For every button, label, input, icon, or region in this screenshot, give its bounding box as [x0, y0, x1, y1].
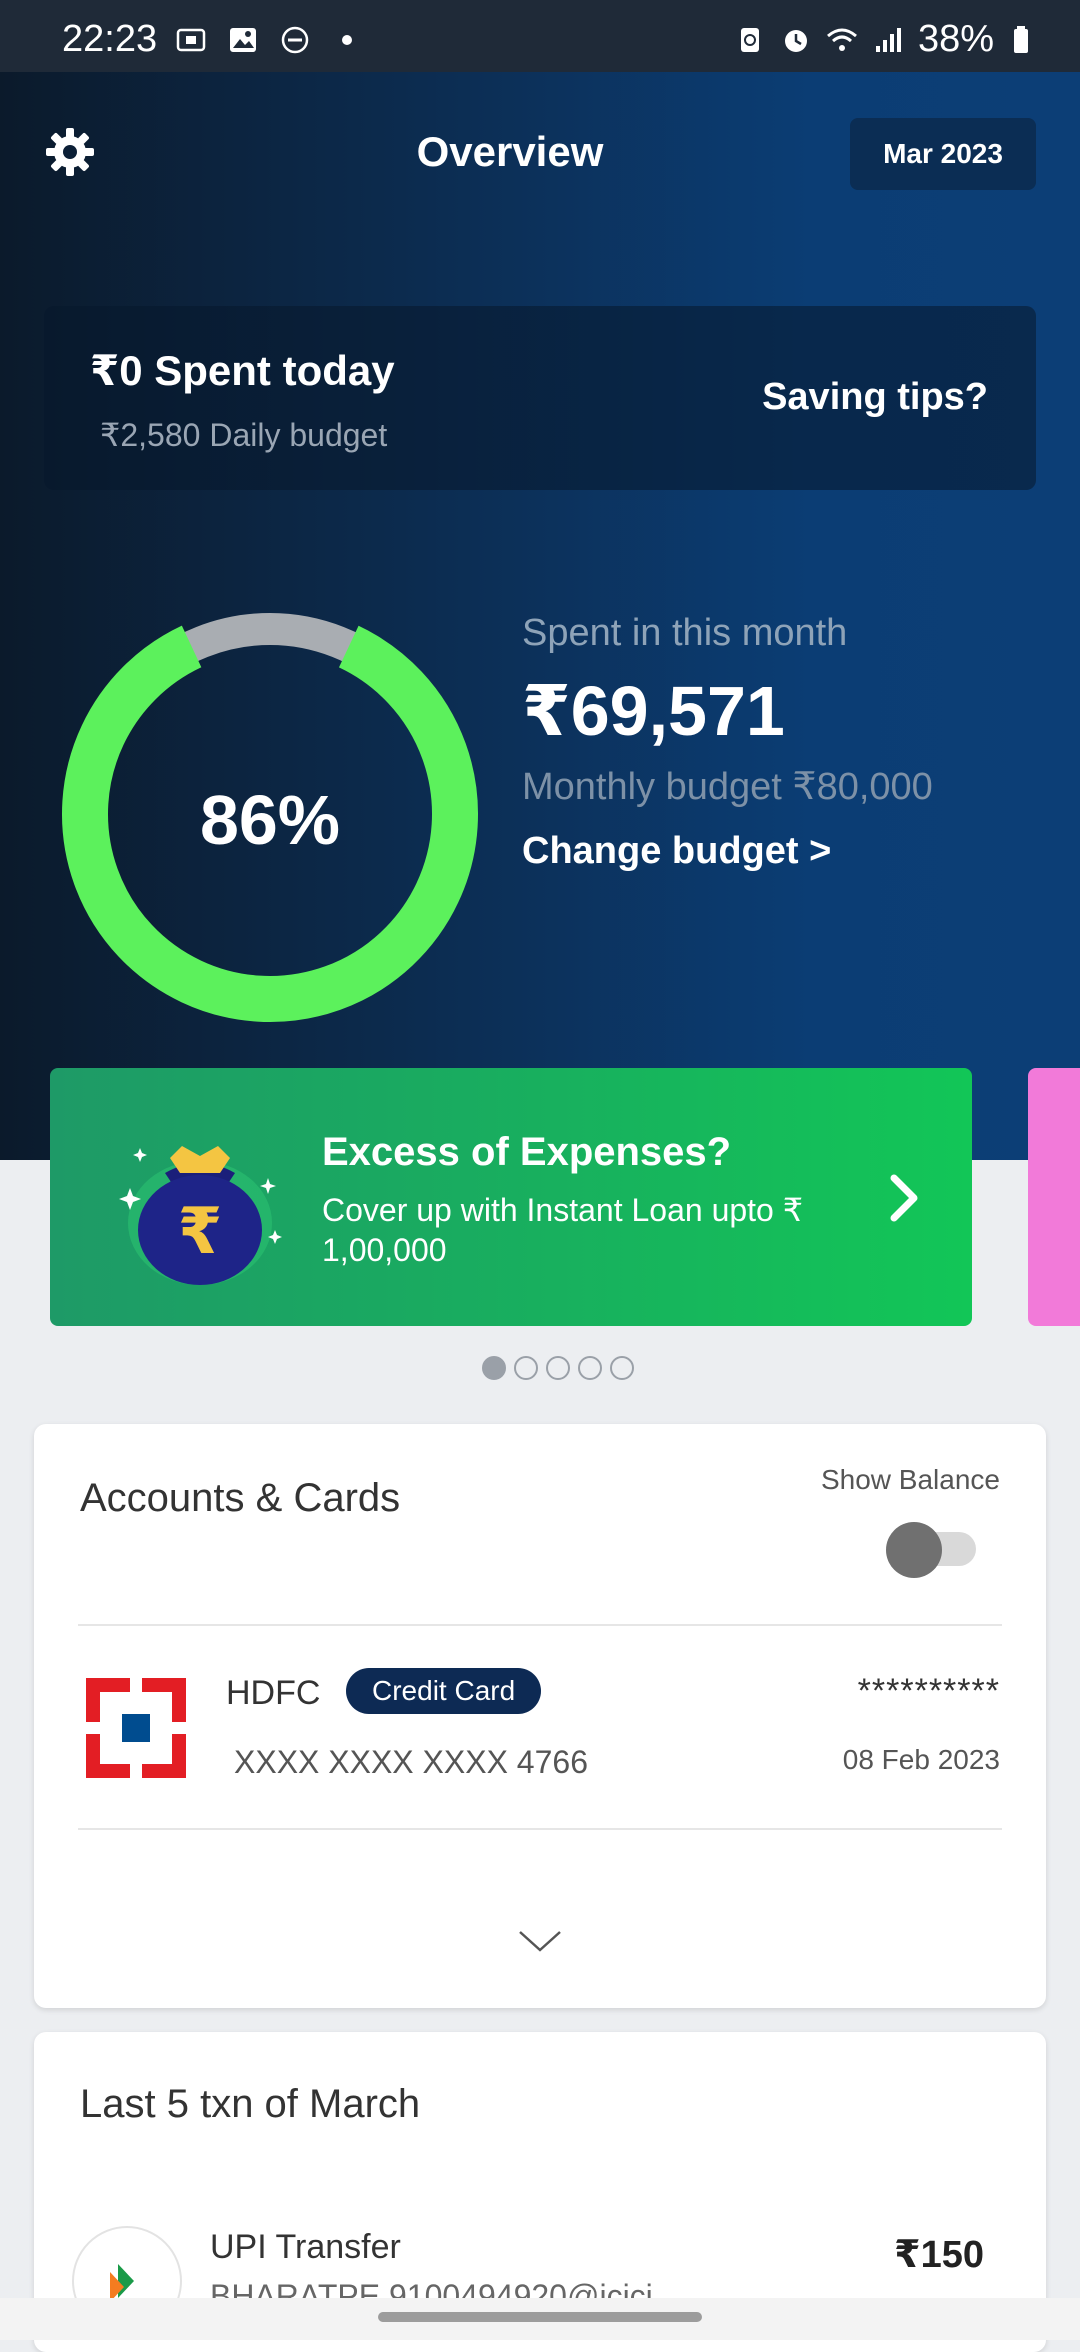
money-bag-icon: ₹	[119, 1146, 282, 1285]
account-number: XXXX XXXX XXXX 4766	[234, 1744, 588, 1780]
battery-icon	[1014, 25, 1028, 53]
divider	[78, 1624, 1002, 1626]
carousel-dots	[482, 1356, 634, 1380]
budget-percent-label: 86%	[199, 781, 341, 859]
spent-today-card: ₹0 Spent today ₹2,580 Daily budget Savin…	[44, 306, 1036, 490]
battery-percent: 38%	[917, 18, 994, 60]
accounts-cards-card: Accounts & Cards Show Balance HDFC Credi…	[34, 1424, 1046, 2008]
status-bar: 22:23 38%	[0, 0, 1080, 72]
svg-text:₹: ₹	[178, 1195, 223, 1269]
account-balance-hidden: **********	[857, 1672, 1000, 1710]
spent-today-text: ₹0 Spent today	[90, 347, 395, 394]
bank-name: HDFC	[226, 1674, 321, 1712]
next-promo-banner-peek[interactable]	[1028, 1068, 1080, 1326]
dnd-icon	[281, 26, 309, 54]
spent-month-amount: ₹69,571	[522, 672, 785, 750]
hdfc-bank-logo	[86, 1678, 186, 1778]
wifi-icon	[826, 28, 857, 51]
account-type-badge: Credit Card	[346, 1668, 542, 1714]
account-date: 08 Feb 2023	[842, 1744, 1000, 1775]
promo-text: Cover up with Instant Loan upto ₹ 1,00,0…	[322, 1192, 804, 1268]
status-time: 22:23	[62, 18, 158, 60]
change-budget-link[interactable]: Change budget >	[522, 830, 831, 873]
show-balance-toggle[interactable]	[886, 1516, 976, 1578]
gallery-icon	[230, 28, 256, 52]
transaction-amount: ₹150	[894, 2234, 984, 2276]
carousel-dot[interactable]	[578, 1356, 602, 1380]
show-balance-label: Show Balance	[820, 1464, 1000, 1495]
status-icons-right: 38%	[734, 18, 1040, 61]
promo-title: Excess of Expenses?	[322, 1130, 732, 1174]
monthly-budget-text: Monthly budget ₹80,000	[522, 766, 933, 808]
transaction-name: UPI Transfer	[210, 2228, 401, 2266]
carousel-dot[interactable]	[514, 1356, 538, 1380]
daily-budget-text: ₹2,580 Daily budget	[100, 417, 388, 453]
signal-icon	[875, 27, 901, 52]
dot-icon	[342, 35, 352, 45]
alarm-icon	[784, 29, 807, 52]
recycle-icon	[740, 27, 759, 52]
chevron-down-icon[interactable]	[516, 1924, 564, 1956]
screenshot-icon	[176, 28, 206, 52]
status-icons-left	[175, 24, 363, 56]
carousel-dot[interactable]	[610, 1356, 634, 1380]
accounts-title: Accounts & Cards	[80, 1476, 401, 1520]
chevron-right-icon[interactable]	[880, 1168, 930, 1228]
carousel-dot[interactable]	[546, 1356, 570, 1380]
spent-month-label: Spent in this month	[522, 612, 848, 654]
gesture-navigation-bar	[0, 2298, 1080, 2340]
saving-tips-link[interactable]: Saving tips?	[762, 376, 988, 419]
divider	[78, 1828, 1002, 1830]
home-gesture-handle[interactable]	[378, 2312, 702, 2322]
month-selector-button[interactable]: Mar 2023	[850, 118, 1036, 190]
toggle-knob	[886, 1522, 942, 1578]
instant-loan-banner[interactable]: ₹ Excess of Expenses? Cover up with Inst…	[50, 1068, 972, 1326]
top-app-bar: Overview Mar 2023	[0, 110, 1080, 200]
transactions-title: Last 5 txn of March	[80, 2082, 421, 2126]
budget-progress-ring: 86%	[60, 604, 480, 1024]
carousel-dot[interactable]	[482, 1356, 506, 1380]
